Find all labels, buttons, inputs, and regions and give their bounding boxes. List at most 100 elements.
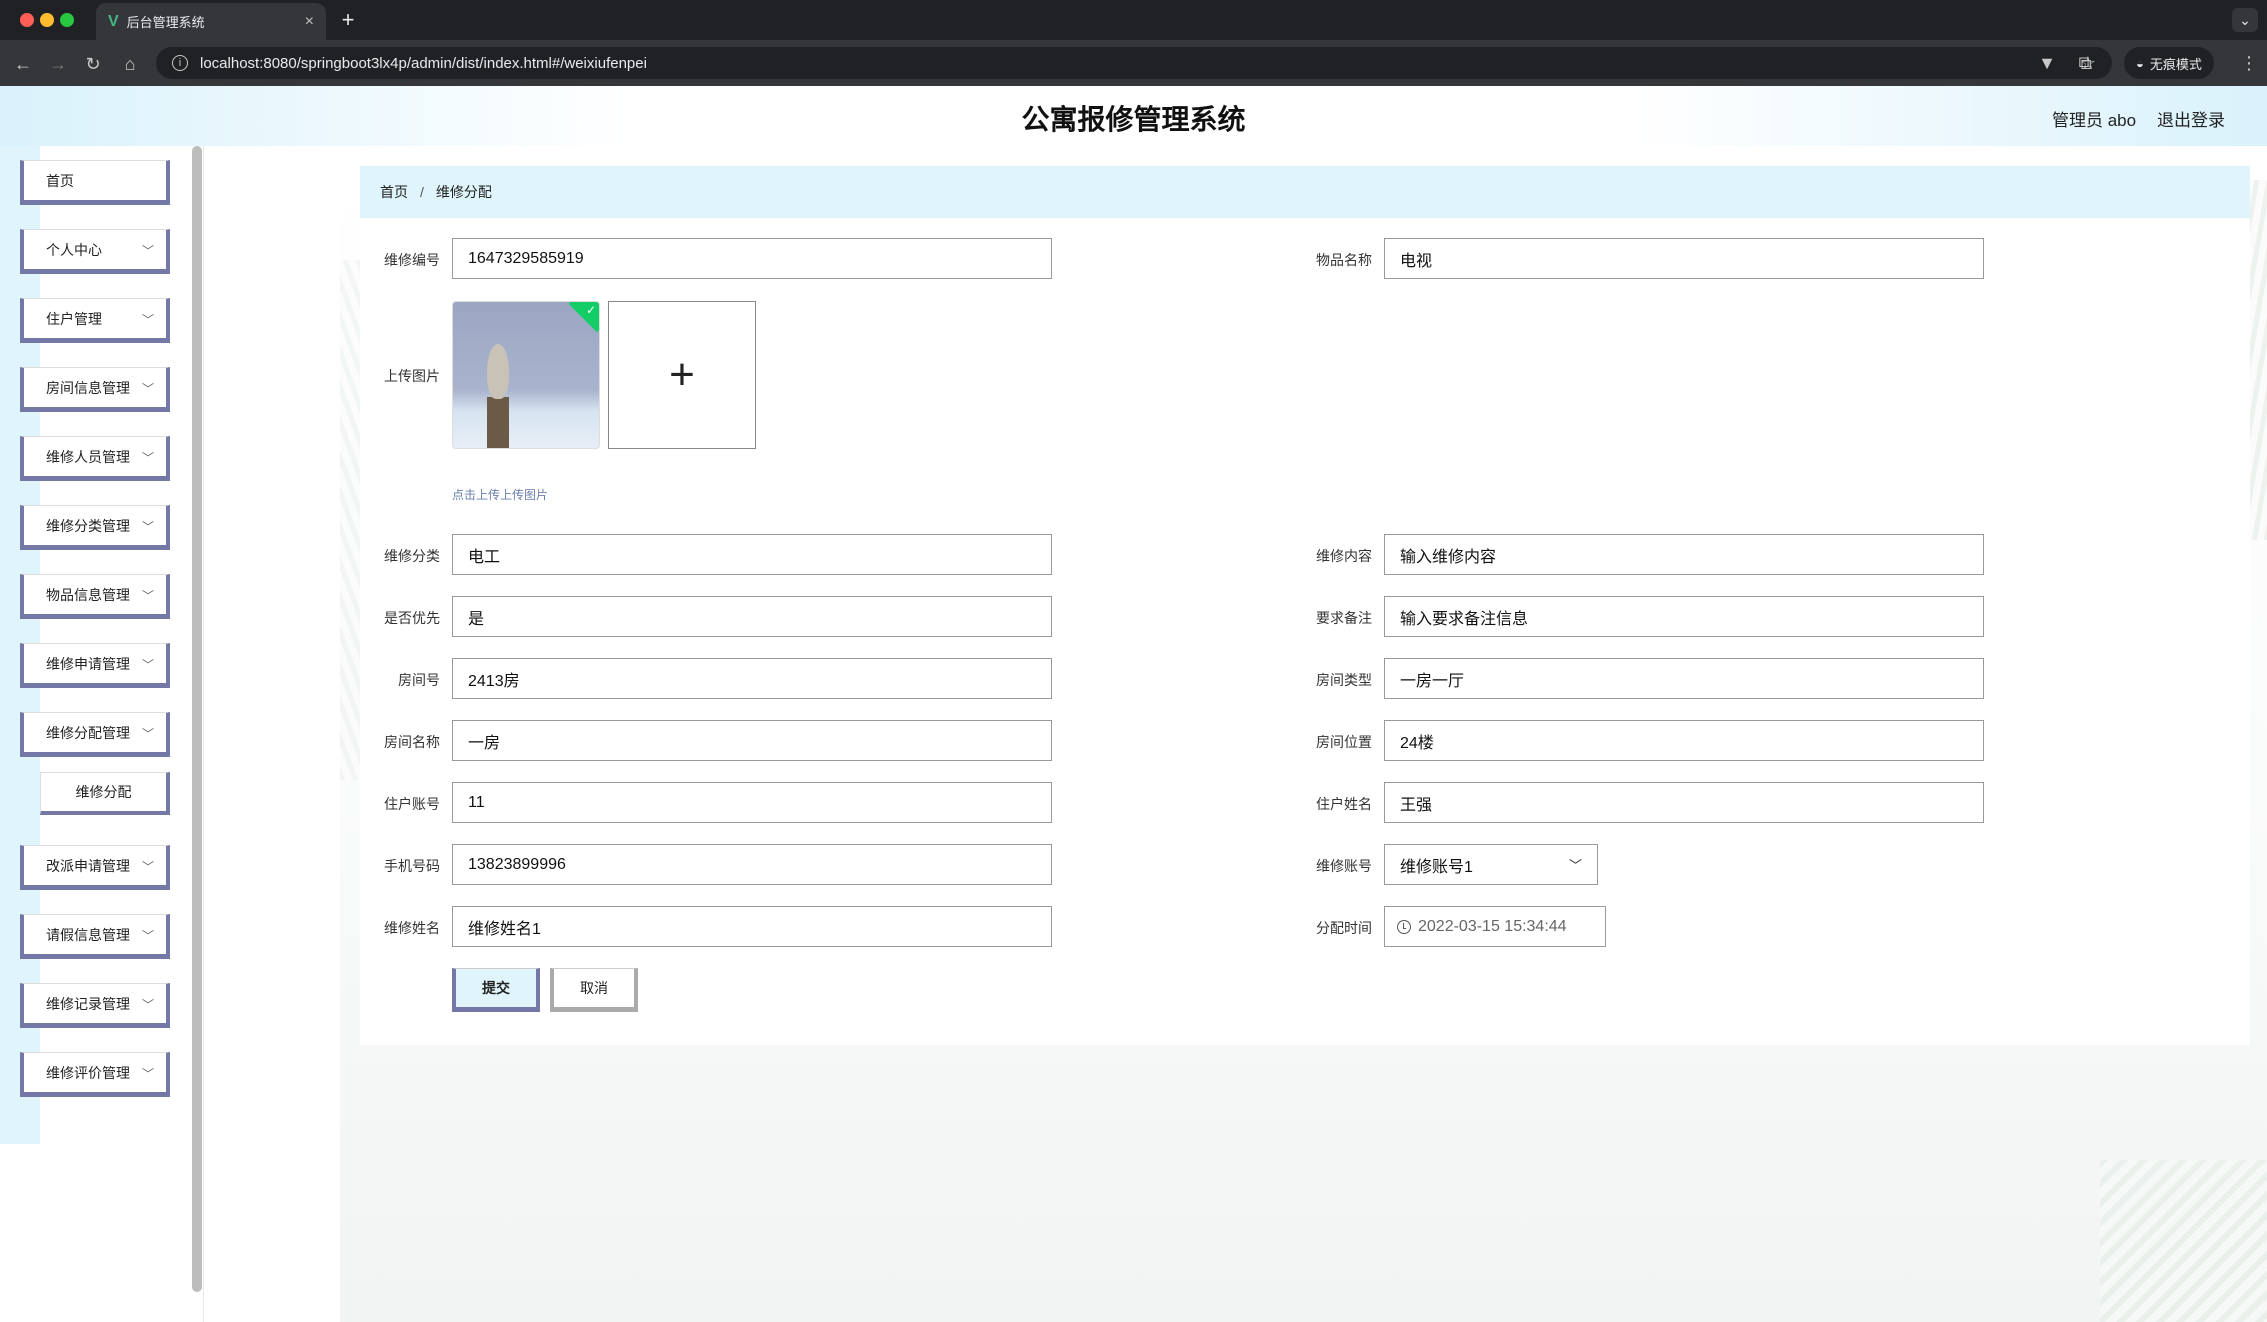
sidebar-item-label: 房间信息管理 — [46, 379, 130, 396]
chevron-down-icon: ﹀ — [141, 727, 154, 741]
reload-icon[interactable]: ↻ — [80, 51, 106, 77]
repair-account-select[interactable]: 维修账号1 ﹀ — [1384, 844, 1598, 885]
close-window-icon[interactable] — [20, 13, 34, 27]
repair-category-value: 电工 — [468, 548, 501, 566]
assign-time-picker[interactable]: 2022-03-15 15:34:44 — [1384, 906, 1606, 947]
back-icon[interactable]: ← — [10, 51, 36, 77]
sidebar-item-repair-record-management[interactable]: 维修记录管理 ﹀ — [20, 983, 170, 1028]
repair-name-field[interactable]: 维修姓名1 — [452, 906, 1052, 947]
sidebar-item-repair-review-management[interactable]: 维修评价管理 ﹀ — [20, 1052, 170, 1097]
room-type-field[interactable]: 一房一厅 — [1384, 658, 1984, 699]
sidebar-scrollbar[interactable] — [192, 146, 202, 1292]
priority-field[interactable]: 是 — [452, 596, 1052, 637]
sidebar-subitem-label: 维修分配 — [75, 784, 132, 800]
address-bar[interactable]: i localhost:8080/springboot3lx4p/admin/d… — [156, 47, 2112, 79]
tab-search-icon[interactable]: ⌄ — [2232, 8, 2258, 32]
sidebar-item-room-info-management[interactable]: 房间信息管理 ﹀ — [20, 367, 170, 412]
close-tab-icon[interactable]: × — [305, 13, 314, 31]
phone-label: 手机号码 — [384, 858, 440, 874]
sidebar-item-label: 物品信息管理 — [46, 586, 130, 603]
sidebar-item-repair-category-management[interactable]: 维修分类管理 ﹀ — [20, 505, 170, 550]
priority-label: 是否优先 — [384, 610, 440, 626]
sidebar-item-label: 个人中心 — [46, 241, 102, 258]
site-info-icon[interactable]: i — [172, 55, 188, 71]
chevron-down-icon: ﹀ — [141, 998, 154, 1012]
browser-menu-icon[interactable]: ⋮ — [2236, 50, 2262, 76]
logout-link[interactable]: 退出登录 — [2157, 106, 2225, 131]
assign-time-value: 2022-03-15 15:34:44 — [1418, 917, 1567, 935]
phone-value: 13823899996 — [468, 855, 566, 873]
new-tab-icon[interactable]: + — [336, 7, 360, 32]
breadcrumb-separator: / — [420, 184, 424, 200]
room-name-value: 一房 — [468, 734, 501, 752]
incognito-label: 无痕模式 — [2149, 56, 2202, 72]
extensions-icon[interactable]: ⧉ — [2072, 50, 2098, 76]
room-location-label: 房间位置 — [1316, 734, 1372, 750]
upload-add-button[interactable]: + — [608, 301, 756, 449]
sidebar-divider — [203, 146, 204, 1322]
repair-content-label: 维修内容 — [1316, 548, 1372, 564]
item-name-value: 电视 — [1400, 252, 1433, 270]
image-post — [487, 397, 509, 448]
sidebar-item-reassign-request-management[interactable]: 改派申请管理 ﹀ — [20, 845, 170, 890]
home-icon[interactable]: ⌂ — [117, 51, 143, 77]
uploaded-image-thumbnail[interactable]: ✓ — [452, 301, 600, 449]
resident-name-field[interactable]: 王强 — [1384, 782, 1984, 823]
system-title: 公寓报修管理系统 — [1021, 104, 1246, 135]
remark-label: 要求备注 — [1316, 610, 1372, 626]
room-name-field[interactable]: 一房 — [452, 720, 1052, 761]
sidebar-item-repair-assignment-management[interactable]: 维修分配管理 ﹀ — [20, 712, 170, 757]
item-name-field[interactable]: 电视 — [1384, 238, 1984, 279]
repair-content-field[interactable]: 输入维修内容 — [1384, 534, 1984, 575]
submit-button[interactable]: 提交 — [452, 968, 540, 1012]
chevron-down-icon: ﹀ — [141, 520, 154, 534]
sidebar-item-label: 维修申请管理 — [46, 655, 130, 672]
repair-category-field[interactable]: 电工 — [452, 534, 1052, 575]
remark-field[interactable]: 输入要求备注信息 — [1384, 596, 1984, 637]
resident-name-value: 王强 — [1400, 796, 1433, 814]
cancel-button[interactable]: 取消 — [550, 968, 638, 1012]
forward-icon[interactable]: → — [45, 51, 71, 77]
check-icon: ✓ — [585, 303, 596, 317]
vue-devtools-icon[interactable]: ▼ — [2034, 50, 2060, 76]
chevron-down-icon: ﹀ — [1568, 858, 1582, 873]
sidebar-item-label: 维修记录管理 — [46, 995, 130, 1012]
repair-no-field[interactable]: 1647329585919 — [452, 238, 1052, 279]
sidebar-item-repair-request-management[interactable]: 维修申请管理 ﹀ — [20, 643, 170, 688]
maximize-window-icon[interactable] — [60, 13, 74, 27]
sidebar-item-label: 维修分类管理 — [46, 517, 130, 534]
repair-account-label: 维修账号 — [1316, 858, 1372, 874]
chevron-down-icon: ﹀ — [141, 244, 154, 258]
resident-account-field[interactable]: 11 — [452, 782, 1052, 823]
chevron-down-icon: ﹀ — [141, 313, 154, 327]
room-location-field[interactable]: 24楼 — [1384, 720, 1984, 761]
incognito-indicator[interactable]: ◒ 无痕模式 — [2124, 47, 2214, 79]
repair-category-label: 维修分类 — [384, 548, 440, 564]
sidebar-item-home[interactable]: 首页 — [20, 160, 170, 205]
resident-account-label: 住户账号 — [384, 796, 440, 812]
chevron-down-icon: ﹀ — [141, 451, 154, 465]
minimize-window-icon[interactable] — [40, 13, 54, 27]
url-text: localhost:8080/springboot3lx4p/admin/dis… — [200, 54, 647, 72]
sidebar-item-repairman-management[interactable]: 维修人员管理 ﹀ — [20, 436, 170, 481]
phone-field[interactable]: 13823899996 — [452, 844, 1052, 885]
sidebar-subitem-repair-assignment[interactable]: 维修分配 — [40, 772, 170, 815]
room-location-value: 24楼 — [1400, 734, 1434, 752]
chevron-down-icon: ﹀ — [141, 1067, 154, 1081]
admin-label: 管理员 abo — [2052, 111, 2137, 130]
image-bird — [487, 344, 509, 399]
browser-tab[interactable]: V 后台管理系统 × — [96, 3, 326, 40]
repair-no-value: 1647329585919 — [468, 249, 584, 267]
chevron-down-icon: ﹀ — [141, 860, 154, 874]
incognito-icon: ◒ — [2136, 55, 2144, 71]
sidebar-item-resident-management[interactable]: 住户管理 ﹀ — [20, 298, 170, 343]
breadcrumb: 首页 / 维修分配 — [360, 166, 2250, 218]
breadcrumb-home[interactable]: 首页 — [380, 182, 408, 202]
sidebar-item-personal-center[interactable]: 个人中心 ﹀ — [20, 229, 170, 274]
tab-title: 后台管理系统 — [126, 15, 205, 30]
sidebar-item-item-info-management[interactable]: 物品信息管理 ﹀ — [20, 574, 170, 619]
repair-name-label: 维修姓名 — [384, 920, 440, 936]
room-no-label: 房间号 — [398, 672, 440, 688]
room-no-field[interactable]: 2413房 — [452, 658, 1052, 699]
sidebar-item-leave-info-management[interactable]: 请假信息管理 ﹀ — [20, 914, 170, 959]
